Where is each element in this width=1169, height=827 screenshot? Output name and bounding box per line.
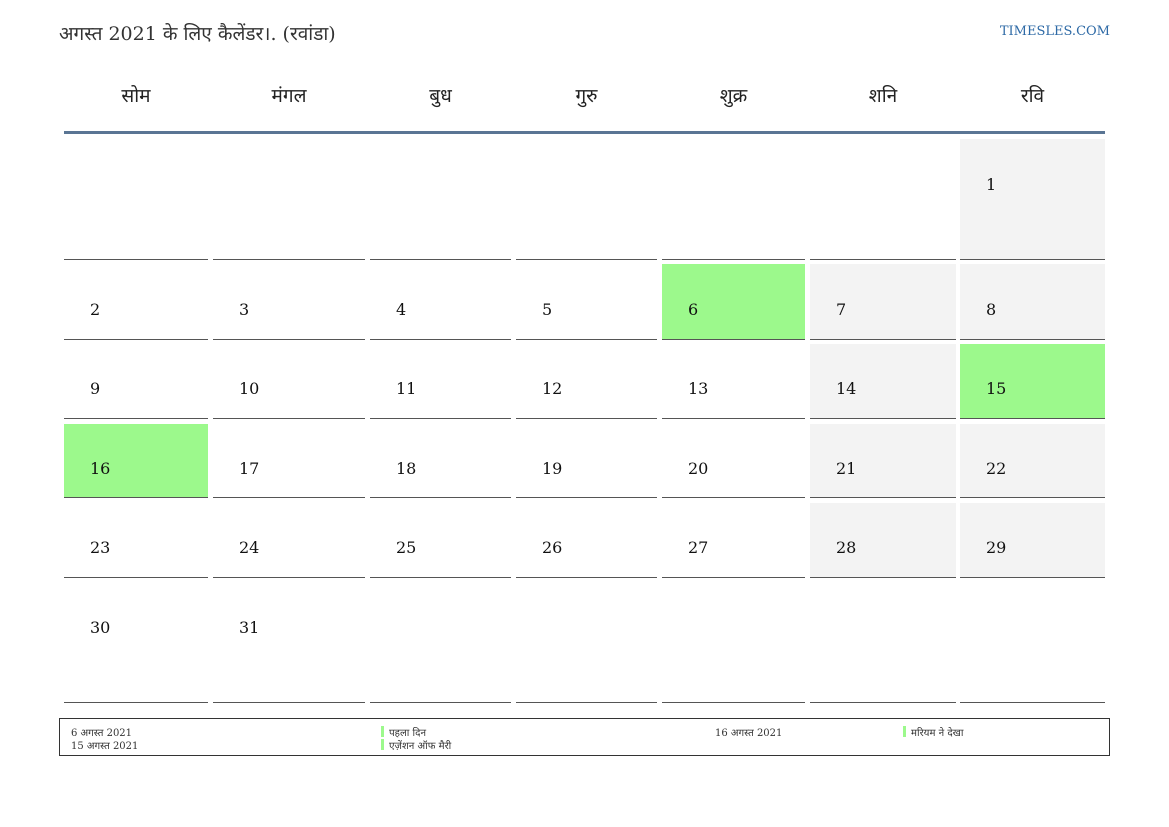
- day-number: 15: [986, 379, 1007, 398]
- legend-color-marker: [381, 726, 384, 737]
- calendar-day[interactable]: 2: [64, 264, 208, 340]
- calendar-empty-cell: [810, 583, 956, 703]
- day-number: 29: [986, 538, 1007, 557]
- day-number: 6: [688, 300, 699, 319]
- day-number: 30: [90, 618, 111, 637]
- calendar-day[interactable]: 25: [370, 503, 511, 578]
- site-link[interactable]: TIMESLES.COM: [1000, 24, 1110, 39]
- calendar-day[interactable]: 5: [516, 264, 657, 340]
- calendar-day[interactable]: 12: [516, 344, 657, 419]
- calendar-empty-cell: [662, 583, 805, 703]
- day-number: 21: [836, 459, 857, 478]
- day-number: 26: [542, 538, 563, 557]
- day-number: 14: [836, 379, 857, 398]
- day-number: 12: [542, 379, 563, 398]
- day-number: 22: [986, 459, 1007, 478]
- calendar-day[interactable]: 15: [960, 344, 1105, 419]
- day-number: 2: [90, 300, 101, 319]
- weekday-thu: गुरु: [575, 85, 598, 107]
- calendar-day[interactable]: 1: [960, 139, 1105, 260]
- day-number: 24: [239, 538, 260, 557]
- day-number: 17: [239, 459, 260, 478]
- day-number: 19: [542, 459, 563, 478]
- calendar-empty-cell: [960, 583, 1105, 703]
- calendar-day[interactable]: 27: [662, 503, 805, 578]
- legend-date: 16 अगस्त 2021: [715, 728, 783, 739]
- calendar-empty-cell: [213, 139, 365, 260]
- day-number: 3: [239, 300, 250, 319]
- calendar-empty-cell: [516, 139, 657, 260]
- legend-holiday-name: पहला दिन: [389, 728, 426, 739]
- calendar-day[interactable]: 20: [662, 424, 805, 498]
- calendar-day[interactable]: 3: [213, 264, 365, 340]
- day-number: 10: [239, 379, 260, 398]
- header-divider: [64, 131, 1105, 134]
- day-number: 25: [396, 538, 417, 557]
- legend-date: 15 अगस्त 2021: [71, 741, 139, 752]
- page-title: अगस्त 2021 के लिए कैलेंडर।. (रवांडा): [59, 23, 336, 45]
- calendar-day[interactable]: 24: [213, 503, 365, 578]
- calendar-empty-cell: [64, 139, 208, 260]
- day-number: 23: [90, 538, 111, 557]
- calendar-day[interactable]: 13: [662, 344, 805, 419]
- weekday-sun: रवि: [1020, 85, 1045, 107]
- weekday-mon: सोम: [121, 85, 151, 107]
- calendar-day[interactable]: 21: [810, 424, 956, 498]
- calendar-day[interactable]: 8: [960, 264, 1105, 340]
- calendar-empty-cell: [516, 583, 657, 703]
- day-number: 4: [396, 300, 407, 319]
- day-number: 16: [90, 459, 111, 478]
- weekday-fri: शुक्र: [719, 85, 748, 107]
- legend-holiday-name: मरियम ने देखा: [911, 728, 964, 739]
- weekday-sat: शनि: [868, 85, 898, 107]
- calendar-empty-cell: [370, 139, 511, 260]
- calendar-day[interactable]: 14: [810, 344, 956, 419]
- calendar-day[interactable]: 22: [960, 424, 1105, 498]
- calendar-day[interactable]: 17: [213, 424, 365, 498]
- legend-color-marker: [903, 726, 906, 737]
- day-number: 7: [836, 300, 847, 319]
- calendar-day[interactable]: 19: [516, 424, 657, 498]
- calendar-day[interactable]: 23: [64, 503, 208, 578]
- weekday-tue: मंगल: [271, 85, 307, 107]
- day-number: 20: [688, 459, 709, 478]
- calendar-day[interactable]: 30: [64, 583, 208, 703]
- day-number: 13: [688, 379, 709, 398]
- calendar-day[interactable]: 7: [810, 264, 956, 340]
- weekday-wed: बुध: [429, 85, 452, 107]
- legend-holiday-name: एज़ेंशन ऑफ मैरी: [389, 741, 452, 752]
- calendar-day[interactable]: 16: [64, 424, 208, 498]
- day-number: 8: [986, 300, 997, 319]
- calendar-day[interactable]: 6: [662, 264, 805, 340]
- weekday-header-row: सोम मंगल बुध गुरु शुक्र शनि रवि: [64, 82, 1105, 132]
- calendar-day[interactable]: 4: [370, 264, 511, 340]
- calendar-day[interactable]: 18: [370, 424, 511, 498]
- calendar-empty-cell: [370, 583, 511, 703]
- holiday-legend: 6 अगस्त 2021 15 अगस्त 2021 पहला दिन एज़े…: [59, 718, 1110, 756]
- day-number: 9: [90, 379, 101, 398]
- calendar-day[interactable]: 31: [213, 583, 365, 703]
- calendar-day[interactable]: 29: [960, 503, 1105, 578]
- calendar-day[interactable]: 26: [516, 503, 657, 578]
- day-number: 28: [836, 538, 857, 557]
- day-number: 11: [396, 379, 417, 398]
- calendar-day[interactable]: 11: [370, 344, 511, 419]
- calendar-day[interactable]: 10: [213, 344, 365, 419]
- legend-date: 6 अगस्त 2021: [71, 728, 133, 739]
- calendar-empty-cell: [662, 139, 805, 260]
- day-number: 31: [239, 618, 260, 637]
- calendar-day[interactable]: 28: [810, 503, 956, 578]
- day-number: 1: [986, 175, 997, 194]
- day-number: 18: [396, 459, 417, 478]
- day-number: 27: [688, 538, 709, 557]
- legend-color-marker: [381, 739, 384, 750]
- calendar-empty-cell: [810, 139, 956, 260]
- day-number: 5: [542, 300, 553, 319]
- calendar-day[interactable]: 9: [64, 344, 208, 419]
